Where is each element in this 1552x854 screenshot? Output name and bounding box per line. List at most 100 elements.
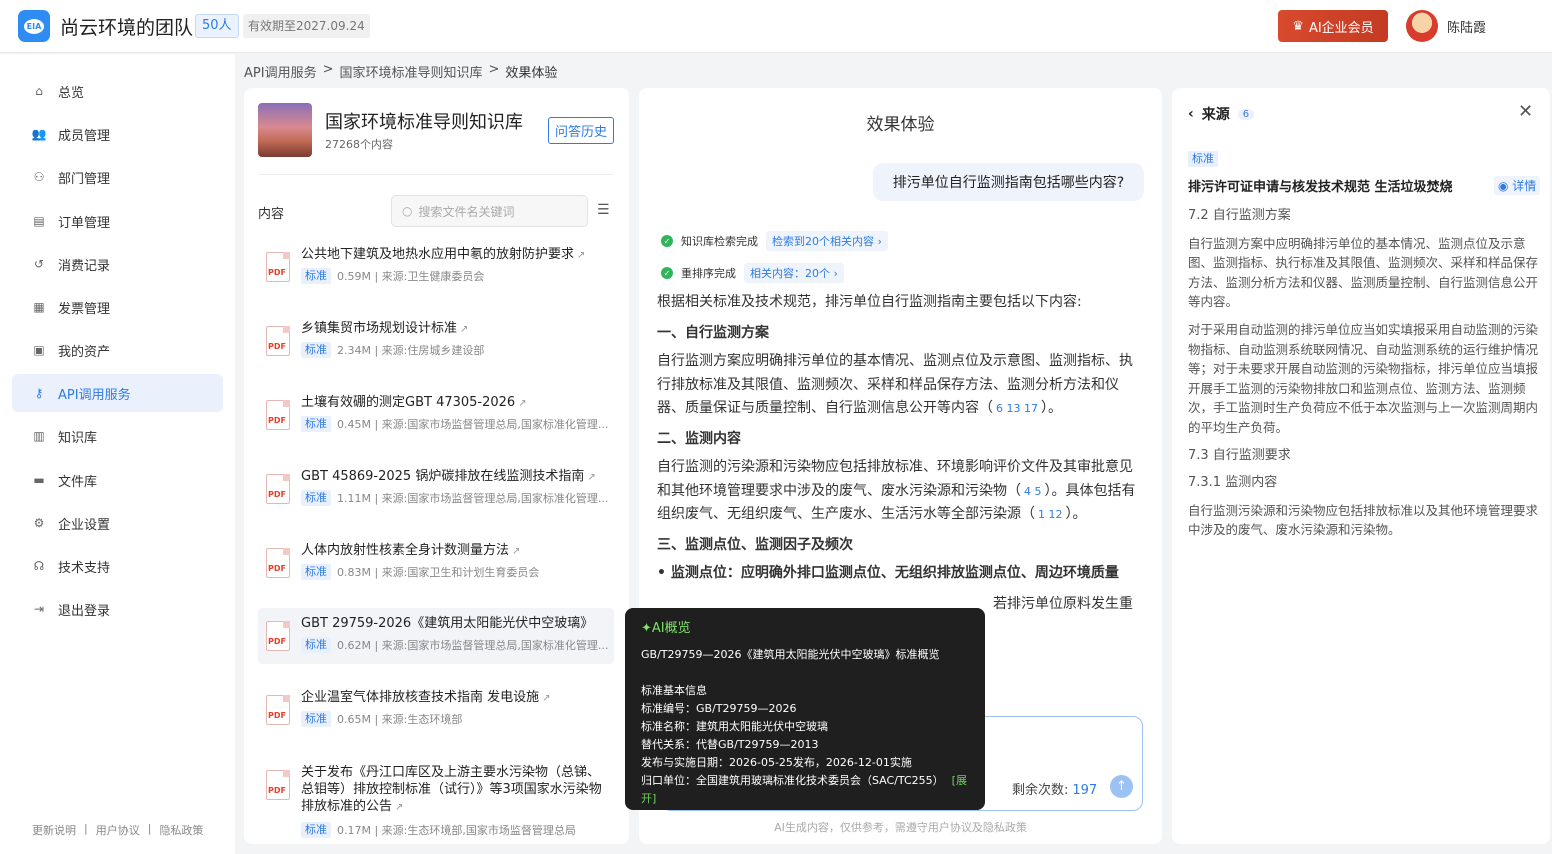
remaining-count: 剩余次数: 197 bbox=[1012, 783, 1098, 798]
status-rerank: ✓ 重排序完成 相关内容：20个 › bbox=[661, 263, 844, 283]
headset-icon: ☊ bbox=[33, 559, 45, 573]
key-icon: ⚷ bbox=[34, 386, 44, 400]
filter-icon[interactable]: ☰ bbox=[597, 202, 610, 218]
sidebar-item-logout[interactable]: ⇥ 退出登录 bbox=[12, 590, 223, 628]
pdf-icon: PDF bbox=[266, 474, 290, 504]
source-tag: 标准 bbox=[1188, 151, 1218, 167]
sidebar-item-consumption[interactable]: ↺ 消费记录 bbox=[12, 245, 223, 283]
file-title[interactable]: GBT 45869-2025 锅炉碳排放在线监测技术指南 ↗ bbox=[301, 468, 601, 486]
book-icon: ▥ bbox=[33, 429, 45, 443]
file-tag: 标准 bbox=[301, 711, 331, 727]
citation-refs[interactable]: 6 13 17 bbox=[996, 402, 1038, 415]
citation-refs[interactable]: 1 12 bbox=[1038, 508, 1063, 521]
history-icon: ↺ bbox=[33, 257, 45, 271]
pdf-icon: PDF bbox=[266, 548, 290, 578]
home-icon: ⌂ bbox=[35, 84, 43, 98]
send-button[interactable]: ↑ bbox=[1110, 775, 1133, 798]
list-item[interactable]: PDF 土壤有效硼的测定GBT 47305-2026 ↗ 标准 0.45M | 来源… bbox=[258, 394, 614, 452]
sidebar-item-members[interactable]: 👥 成员管理 bbox=[12, 115, 223, 153]
file-title[interactable]: 人体内放射性核素全身计数测量方法 ↗ bbox=[301, 542, 601, 560]
list-item[interactable]: PDF GBT 29759-2026《建筑用太阳能光伏中空玻璃》↗ 标准0.62… bbox=[258, 608, 614, 664]
list-item[interactable]: PDF 人体内放射性核素全身计数测量方法 ↗ 标准 0.83M | 来源:国家卫生和… bbox=[258, 542, 614, 600]
user-question: 排污单位自行监测指南包括哪些内容? bbox=[873, 163, 1144, 201]
team-name: 尚云环境的团队 bbox=[60, 17, 194, 39]
user-agreement-link[interactable]: 用户协议 bbox=[96, 822, 140, 838]
list-item[interactable]: PDF 关于发布《丹江口库区及上游主要水污染物（总锑、总钼等）排放控制标准（试行… bbox=[258, 764, 614, 844]
source-panel: ‹ 来源 6 ✕ 标准 排污许可证申请与核发技术规范 生活垃圾焚烧 ◉ 详情 7… bbox=[1172, 88, 1550, 844]
kb-count: 27268个内容 bbox=[325, 138, 393, 151]
status-retrieval: ✓ 知识库检索完成 检索到20个相关内容 › bbox=[661, 231, 888, 251]
gear-icon: ⚙ bbox=[33, 516, 45, 530]
file-title[interactable]: 关于发布《丹江口库区及上游主要水污染物（总锑、总钼等）排放控制标准（试行）》等3… bbox=[301, 764, 606, 816]
kb-title: 国家环境标准导则知识库 bbox=[325, 112, 523, 133]
source-content: 7.2 自行监测方案 自行监测方案中应明确排污单位的基本情况、监测点位及示意图、… bbox=[1188, 208, 1539, 538]
answer-heading: 二、监测内容 bbox=[657, 430, 741, 447]
detail-button[interactable]: ◉ 详情 bbox=[1494, 176, 1541, 195]
file-tag: 标准 bbox=[301, 416, 331, 432]
org-icon: ⚇ bbox=[33, 170, 45, 184]
file-tag: 标准 bbox=[301, 490, 331, 506]
sidebar-item-settings[interactable]: ⚙ 企业设置 bbox=[12, 504, 223, 542]
pdf-icon: PDF bbox=[266, 770, 290, 800]
external-link-icon[interactable]: ↗ bbox=[395, 802, 403, 813]
external-link-icon[interactable]: ↗ bbox=[587, 472, 595, 483]
sidebar-item-support[interactable]: ☊ 技术支持 bbox=[12, 547, 223, 585]
history-button[interactable]: 问答历史 bbox=[548, 117, 614, 144]
avatar[interactable] bbox=[1406, 10, 1438, 42]
close-icon[interactable]: ✕ bbox=[1518, 101, 1533, 122]
file-meta: 标准 0.83M | 来源:国家卫生和计划生育委员会 bbox=[301, 564, 611, 580]
breadcrumb-kb[interactable]: 国家环境标准导则知识库 bbox=[339, 62, 482, 81]
sidebar-item-orders[interactable]: ▤ 订单管理 bbox=[12, 202, 223, 240]
external-link-icon[interactable]: ↗ bbox=[542, 693, 550, 704]
privacy-link[interactable]: 隐私政策 bbox=[159, 822, 203, 838]
app-logo[interactable]: EIA bbox=[18, 10, 50, 42]
users-icon: 👥 bbox=[31, 127, 47, 141]
ai-overview-title: ✦AI概览 bbox=[641, 621, 691, 636]
sidebar-item-files[interactable]: ▬ 文件库 bbox=[12, 461, 223, 499]
list-item[interactable]: PDF GBT 45869-2025 锅炉碳排放在线监测技术指南 ↗ 标准 1.11… bbox=[258, 468, 614, 526]
user-name[interactable]: 陈陆霞 bbox=[1447, 17, 1486, 36]
external-link-icon[interactable]: ↗ bbox=[460, 324, 468, 335]
file-title[interactable]: 土壤有效硼的测定GBT 47305-2026 ↗ bbox=[301, 394, 601, 412]
invoice-icon: ▦ bbox=[33, 300, 45, 314]
file-title[interactable]: 企业温室气体排放核查技术指南 发电设施 ↗ bbox=[301, 689, 601, 707]
external-link-icon[interactable]: ↗ bbox=[518, 398, 526, 409]
sidebar-item-api[interactable]: ⚷ API调用服务 bbox=[12, 374, 223, 412]
list-item[interactable]: PDF 企业温室气体排放核查技术指南 发电设施 ↗ 标准 0.65M | 来源:生态… bbox=[258, 689, 614, 747]
source-doc-title: 排污许可证申请与核发技术规范 生活垃圾焚烧 bbox=[1188, 180, 1453, 195]
answer-heading: 三、监测点位、监测因子及频次 bbox=[657, 536, 853, 553]
retrieval-link[interactable]: 检索到20个相关内容 › bbox=[766, 231, 888, 251]
sidebar-item-departments[interactable]: ⚇ 部门管理 bbox=[12, 158, 223, 196]
breadcrumb-api[interactable]: API调用服务 bbox=[244, 62, 317, 81]
file-meta: 标准 0.62M | 来源:国家市场监督管理总局,国家标准化管理... bbox=[301, 637, 611, 653]
file-title[interactable]: 公共地下建筑及地热水应用中氡的放射防护要求 ↗ bbox=[301, 246, 601, 264]
member-count-badge: 50人 bbox=[195, 14, 239, 38]
rerank-link[interactable]: 相关内容：20个 › bbox=[744, 263, 844, 283]
expire-badge: 有效期至2027.09.24 bbox=[243, 14, 370, 38]
citation-refs[interactable]: 4 5 bbox=[1024, 485, 1042, 498]
pdf-icon: PDF bbox=[266, 326, 290, 356]
check-icon: ✓ bbox=[661, 235, 673, 247]
external-link-icon[interactable]: ↗ bbox=[512, 546, 520, 557]
file-meta: 标准 1.11M | 来源:国家市场监督管理总局,国家标准化管理... bbox=[301, 490, 611, 506]
divider bbox=[258, 174, 614, 175]
changelog-link[interactable]: 更新说明 bbox=[32, 822, 76, 838]
disclaimer: AI生成内容，仅供参考，需遵守用户协议及隐私政策 bbox=[774, 821, 1027, 834]
chevron-left-icon[interactable]: ‹ bbox=[1188, 106, 1194, 122]
answer-heading: 一、自行监测方案 bbox=[657, 324, 769, 341]
ai-vip-button[interactable]: ♛ AI企业会员 bbox=[1278, 10, 1388, 42]
sidebar-item-knowledge[interactable]: ▥ 知识库 bbox=[12, 417, 223, 455]
sidebar-item-overview[interactable]: ⌂ 总览 bbox=[12, 72, 223, 110]
search-input[interactable]: ○ 搜索文件名关键词 bbox=[391, 195, 588, 227]
external-link-icon[interactable]: ↗ bbox=[577, 250, 585, 261]
file-tag: 标准 bbox=[301, 822, 331, 838]
sidebar-item-assets[interactable]: ▣ 我的资产 bbox=[12, 331, 223, 369]
file-title[interactable]: 乡镇集贸市场规划设计标准 ↗ bbox=[301, 320, 601, 338]
knowledge-base-panel: 国家环境标准导则知识库 27268个内容 问答历史 内容 ○ 搜索文件名关键词 ☰… bbox=[244, 88, 629, 844]
sidebar-item-invoices[interactable]: ▦ 发票管理 bbox=[12, 288, 223, 326]
list-item[interactable]: PDF 乡镇集贸市场规划设计标准 ↗ 标准 2.34M | 来源:住房城乡建设部 bbox=[258, 320, 614, 378]
eye-icon: ◉ bbox=[1498, 179, 1513, 193]
wallet-icon: ▣ bbox=[33, 343, 45, 357]
file-meta: 标准 2.34M | 来源:住房城乡建设部 bbox=[301, 342, 611, 358]
list-item[interactable]: PDF 公共地下建筑及地热水应用中氡的放射防护要求 ↗ 标准 0.59M | 来源:… bbox=[258, 246, 614, 304]
